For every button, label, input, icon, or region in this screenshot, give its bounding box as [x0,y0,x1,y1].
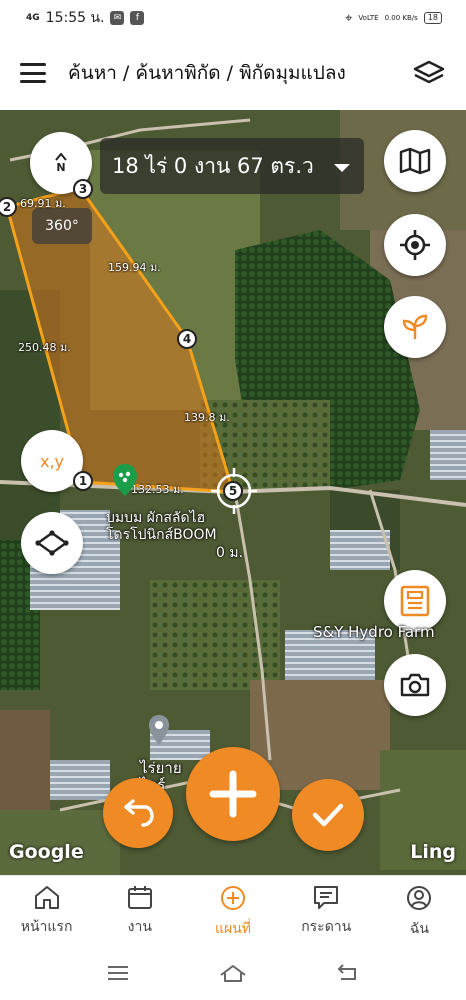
north-arrow-icon [55,152,67,161]
battery-indicator: 18 [423,12,442,24]
nav-board-label: กระดาน [301,919,352,935]
confirm-button[interactable] [292,779,364,851]
my-location-button[interactable] [384,214,446,276]
facebook-notification-icon: f [130,11,145,25]
nav-tasks-label: งาน [127,919,152,935]
area-display[interactable]: 18 ไร่ 0 งาน 67 ตร.ว [100,138,364,194]
message-notification-icon: ✉ [110,11,125,25]
edge-label-2-3: 69.91 ม. [20,197,66,210]
poi-label-boom[interactable]: บมบม ผักสลัดไฮ โดรโปนิกส์BOOM [106,510,217,544]
target-crosshair-icon [211,468,257,514]
nav-home[interactable]: หน้าแรก [0,876,93,945]
bearing-display: 360° [32,208,92,244]
vertex-1[interactable]: 1 [73,471,93,491]
plant-button[interactable] [384,296,446,358]
breadcrumb: ค้นหา / ค้นหาพิกัด / พิกัดมุมแปลง [68,62,346,84]
menu-button[interactable] [20,63,46,83]
ling-watermark: Ling [410,841,456,863]
volte-indicator: VoLTE [358,14,379,22]
vertex-4[interactable]: 4 [177,329,197,349]
camera-icon [400,673,430,697]
undo-icon [124,799,154,827]
nav-profile-label: ฉัน [409,921,429,937]
dropdown-icon [334,164,350,172]
back-system-button[interactable] [328,958,368,988]
google-logo: Google [9,841,84,863]
current-length-label: 0 ม. [216,545,244,561]
system-navigation-bar [0,945,466,1000]
polygon-icon [35,530,69,556]
calendar-icon [127,886,152,909]
nav-map-label: แผนที่ [214,921,252,937]
edge-label-1-2: 250.48 ม. [18,341,71,354]
profile-icon [407,886,432,910]
network-indicator: 4G [26,13,40,23]
crosshair-icon [400,230,430,260]
app-bar: ค้นหา / ค้นหาพิกัด / พิกัดมุมแปลง [0,36,466,110]
nav-tasks[interactable]: งาน [93,876,186,945]
check-icon [312,803,344,827]
camera-button[interactable] [384,654,446,716]
layers-icon[interactable] [412,58,446,88]
map-view[interactable]: 18 ไร่ 0 งาน 67 ตร.ว 360° N x,y 1 2 3 4 … [0,110,466,875]
poi-marker-icon[interactable] [112,463,138,497]
back-icon [337,963,357,980]
nav-board[interactable]: กระดาน [280,876,373,945]
map-type-button[interactable] [384,130,446,192]
menu-lines-icon [107,965,128,980]
plus-icon [209,770,257,818]
bottom-navigation: หน้าแรก งาน แผนที่ กระดาน ฉัน [0,875,466,945]
poi-label-sy-hydro-farm[interactable]: S&Y Hydro Farm [313,624,435,641]
board-icon [314,886,339,909]
vertex-3[interactable]: 3 [73,179,93,199]
location-status-icon: ⌖ [345,10,353,26]
undo-button[interactable] [103,778,173,848]
clock: 15:55 น. [45,10,105,26]
home-system-button[interactable] [213,958,253,988]
recent-apps-button[interactable] [98,958,138,988]
edge-label-3-4: 159.94 ม. [108,261,161,274]
nav-map[interactable]: แผนที่ [186,876,279,945]
polygon-tool-button[interactable] [21,512,83,574]
edge-label-4-5: 139.8 ม. [184,411,230,424]
edge-label-5-1: 132.53 ม. [131,483,184,496]
sprout-icon [402,314,428,339]
status-bar: 4G 15:55 น. ✉ f ⌖ VoLTE 0.00 KB/s 18 [0,0,466,36]
menu-icon [20,63,46,66]
system-home-icon [220,964,246,982]
map-icon [399,147,431,175]
add-point-button[interactable] [186,747,280,841]
location-pin-icon[interactable] [148,714,170,746]
xy-label: x,y [39,451,65,471]
compass-label: N [56,160,66,174]
area-text: 18 ไร่ 0 งาน 67 ตร.ว [112,153,314,178]
home-icon [34,886,59,909]
nav-profile[interactable]: ฉัน [373,876,466,945]
add-circle-icon [221,886,245,910]
document-icon [400,585,430,617]
nav-home-label: หน้าแรก [20,919,73,935]
network-speed: 0.00 KB/s [384,14,418,22]
